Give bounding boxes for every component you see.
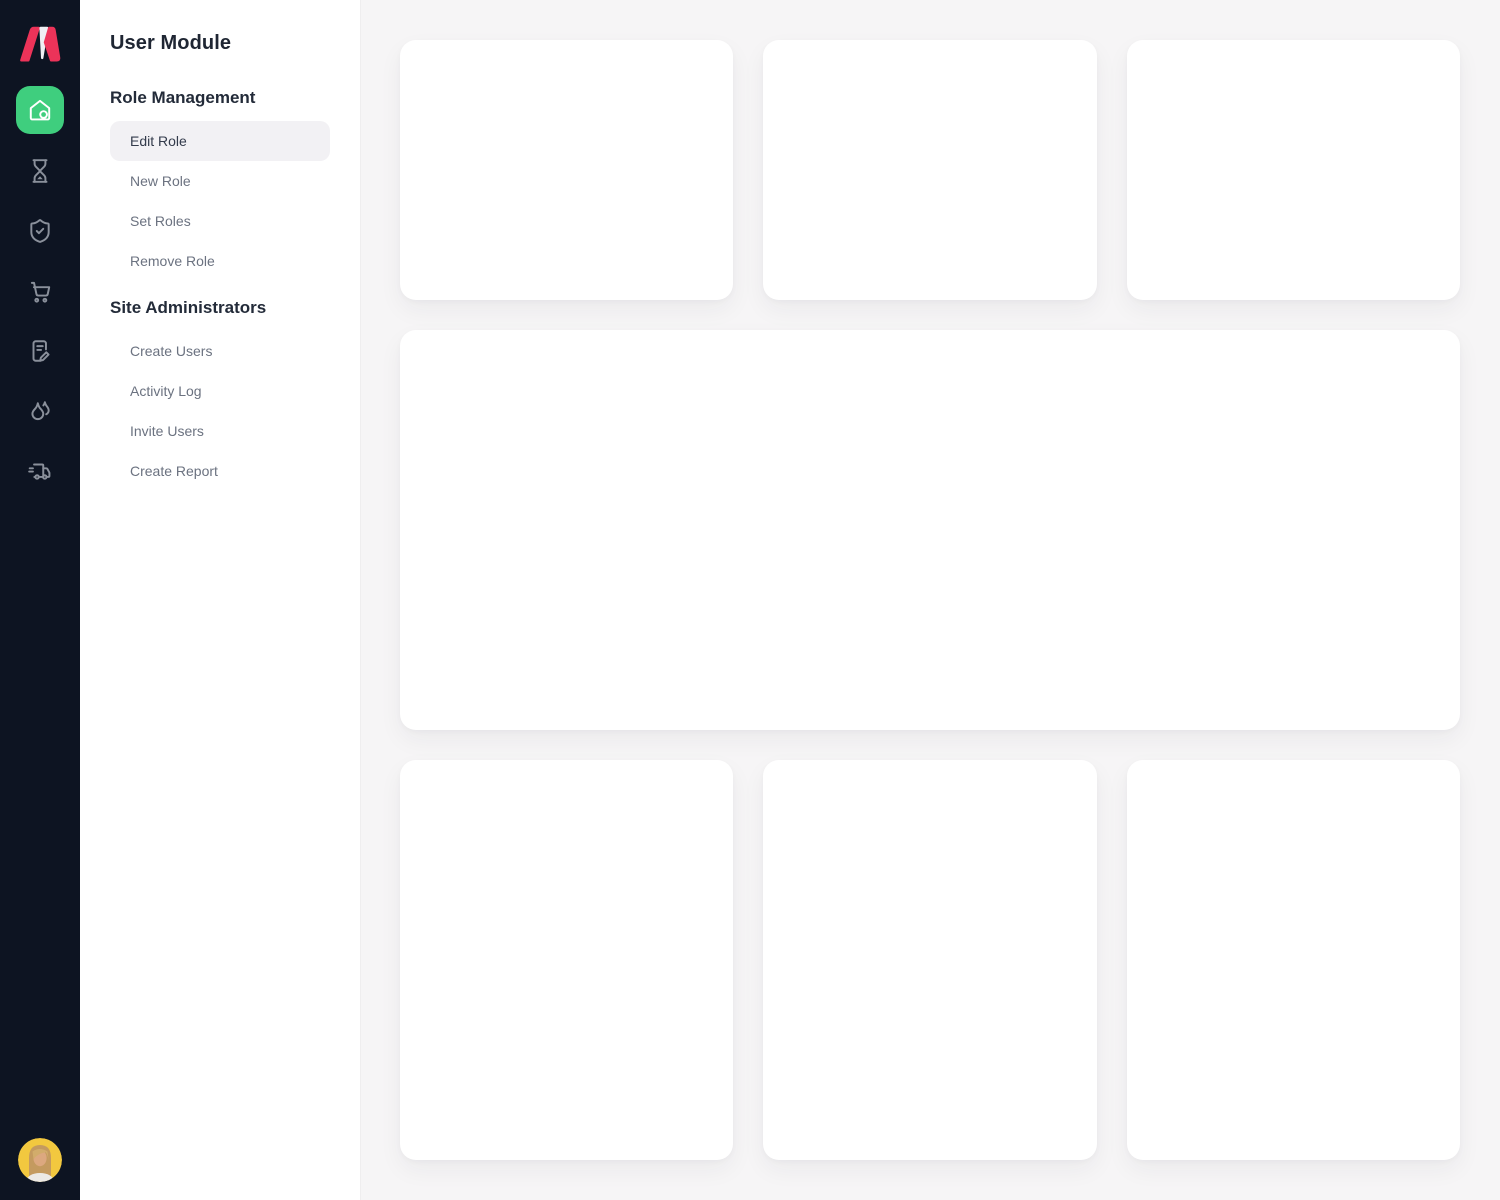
sidebar-item-create-users[interactable]: Create Users [110,331,330,371]
rail-nav [16,141,64,501]
user-avatar-photo [18,1138,62,1182]
hourglass-icon [27,158,53,184]
brand-logo[interactable] [16,20,64,70]
sidebar-item-activity-log[interactable]: Activity Log [110,371,330,411]
brand-m-logo-icon [17,23,63,67]
main-content [360,0,1500,1200]
user-avatar[interactable] [18,1138,62,1182]
sidebar-item-new-role[interactable]: New Role [110,161,330,201]
rail-item-shield[interactable] [16,201,64,261]
card-top-center [763,40,1096,300]
section-heading-site-administrators: Site Administrators [110,298,330,318]
delivery-truck-icon [27,458,53,484]
home-icon [27,97,53,123]
rail-item-droplets[interactable] [16,381,64,441]
sidebar-item-edit-role[interactable]: Edit Role [110,121,330,161]
page-title: User Module [110,32,330,55]
section-heading-role-management: Role Management [110,88,330,108]
sidebar-item-invite-users[interactable]: Invite Users [110,411,330,451]
sidebar: User Module Role Management Edit Role Ne… [80,0,360,1200]
card-bottom-right [1127,760,1460,1160]
rail-item-hourglass[interactable] [16,141,64,201]
sidebar-item-remove-role[interactable]: Remove Role [110,241,330,281]
rail-item-notes[interactable] [16,321,64,381]
app-rail [0,0,80,1200]
rail-item-home[interactable] [16,86,64,134]
card-bottom-left [400,760,733,1160]
notebook-pen-icon [27,338,53,364]
card-top-right [1127,40,1460,300]
role-management-list: Edit Role New Role Set Roles Remove Role [110,121,330,281]
card-middle-wide [400,330,1460,730]
site-administrators-list: Create Users Activity Log Invite Users C… [110,331,330,491]
card-top-left [400,40,733,300]
shield-check-icon [27,218,53,244]
shopping-cart-icon [27,278,53,304]
card-bottom-center [763,760,1096,1160]
rail-item-truck[interactable] [16,441,64,501]
sidebar-item-create-report[interactable]: Create Report [110,451,330,491]
droplets-icon [27,398,53,424]
sidebar-item-set-roles[interactable]: Set Roles [110,201,330,241]
rail-item-cart[interactable] [16,261,64,321]
